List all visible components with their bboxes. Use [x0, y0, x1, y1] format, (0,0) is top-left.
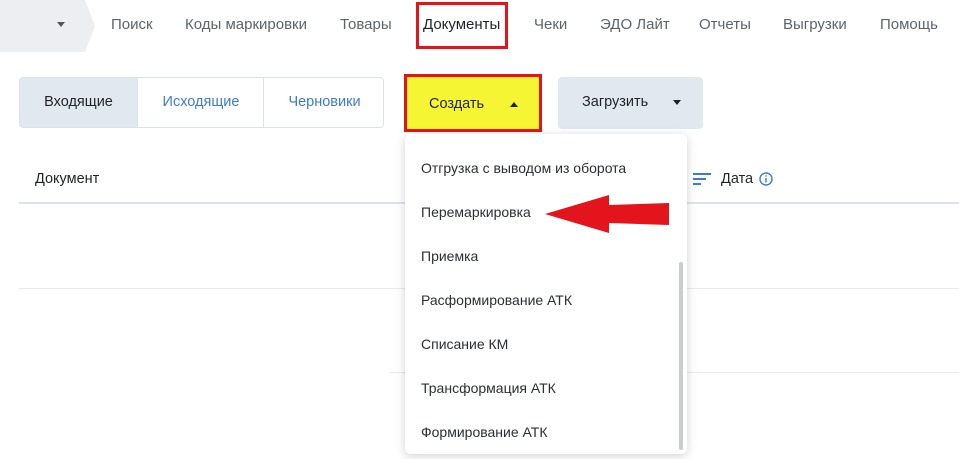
document-direction-tabs: Входящие Исходящие Черновики [19, 77, 384, 128]
nav-item-products[interactable]: Товары [340, 16, 392, 33]
nav-item-receipts[interactable]: Чеки [534, 16, 567, 33]
upload-button-label: Загрузить [582, 94, 649, 110]
sort-icon[interactable] [693, 172, 711, 186]
menu-item-shipment-withdrawal[interactable]: Отгрузка с выводом из оборота [421, 160, 626, 176]
annotation-arrow-icon [545, 195, 669, 233]
create-button-label: Создать [429, 96, 485, 112]
nav-item-search[interactable]: Поиск [111, 16, 153, 33]
menu-item-km-writeoff[interactable]: Списание КМ [421, 336, 508, 352]
nav-item-marking-codes[interactable]: Коды маркировки [185, 16, 307, 33]
menu-item-atk-form[interactable]: Формирование АТК [421, 424, 547, 440]
menu-item-atk-disband[interactable]: Расформирование АТК [421, 292, 572, 308]
chevron-up-icon [510, 102, 518, 107]
column-header-document[interactable]: Документ [35, 171, 99, 187]
create-button[interactable]: Создать [404, 74, 542, 132]
info-icon[interactable] [759, 172, 773, 186]
menu-item-acceptance[interactable]: Приемка [421, 248, 478, 264]
column-header-date[interactable]: Дата [721, 171, 753, 187]
nav-item-documents[interactable]: Документы [423, 16, 500, 33]
upload-button[interactable]: Загрузить [558, 77, 703, 129]
nav-item-reports[interactable]: Отчеты [699, 16, 751, 33]
menu-item-remarking[interactable]: Перемаркировка [421, 204, 531, 220]
chevron-down-icon [673, 100, 681, 105]
dropdown-scrollbar[interactable] [679, 262, 683, 450]
tab-incoming[interactable]: Входящие [20, 78, 137, 127]
tab-outgoing[interactable]: Исходящие [137, 78, 264, 127]
top-navigation: Поиск Коды маркировки Товары Документы Ч… [0, 0, 959, 52]
tab-drafts[interactable]: Черновики [263, 78, 383, 127]
nav-item-help[interactable]: Помощь [880, 16, 938, 33]
chevron-down-icon [57, 22, 65, 27]
nav-menu-toggle[interactable] [0, 0, 95, 52]
nav-item-exports[interactable]: Выгрузки [783, 16, 847, 33]
create-dropdown-menu: Отгрузка с выводом из оборота Перемаркир… [405, 134, 687, 454]
menu-item-atk-transform[interactable]: Трансформация АТК [421, 380, 556, 396]
nav-item-edo-lite[interactable]: ЭДО Лайт [600, 16, 670, 33]
